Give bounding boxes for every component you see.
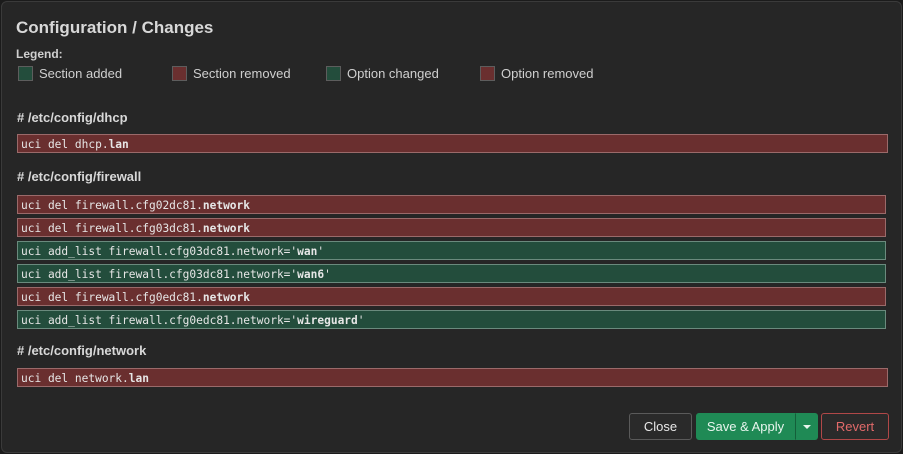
change-line: uci add_list firewall.cfg0edc81.network=… [17, 310, 886, 329]
legend-option-changed: Option changed [326, 65, 439, 81]
change-line: uci del firewall.cfg0edc81.network [17, 287, 886, 306]
legend-option-removed: Option removed [480, 65, 594, 81]
section-heading-dhcp: # /etc/config/dhcp [17, 110, 128, 125]
dialog-title: Configuration / Changes [16, 18, 214, 37]
legend-swatch-section-removed [172, 65, 187, 81]
legend-swatch-option-changed [326, 65, 341, 81]
legend-swatch-option-removed [480, 65, 495, 81]
change-line: uci add_list firewall.cfg03dc81.network=… [17, 264, 886, 283]
legend-label: Option changed [347, 65, 439, 81]
change-line: uci del firewall.cfg03dc81.network [17, 218, 886, 237]
legend-label: Option removed [501, 65, 594, 81]
section-heading-network: # /etc/config/network [17, 343, 147, 358]
change-line: uci add_list firewall.cfg03dc81.network=… [17, 241, 886, 260]
legend-section-removed: Section removed [172, 65, 291, 81]
changes-dialog: Configuration / Changes Legend: Section … [1, 1, 902, 453]
revert-button[interactable]: Revert [821, 413, 889, 440]
save-apply-dropdown-button[interactable] [795, 413, 818, 440]
section-heading-firewall: # /etc/config/firewall [17, 169, 142, 184]
legend-section-added: Section added [18, 65, 122, 81]
save-apply-button[interactable]: Save & Apply [696, 413, 795, 440]
change-line: uci del dhcp.lan [17, 134, 888, 153]
legend-swatch-section-added [18, 65, 33, 81]
legend-label: Section added [39, 65, 123, 81]
change-line: uci del firewall.cfg02dc81.network [17, 195, 886, 214]
legend-title: Legend: [16, 47, 63, 61]
legend-label: Section removed [193, 65, 291, 81]
change-line: uci del network.lan [17, 368, 888, 387]
chevron-down-icon [802, 424, 811, 429]
close-button[interactable]: Close [629, 413, 692, 440]
